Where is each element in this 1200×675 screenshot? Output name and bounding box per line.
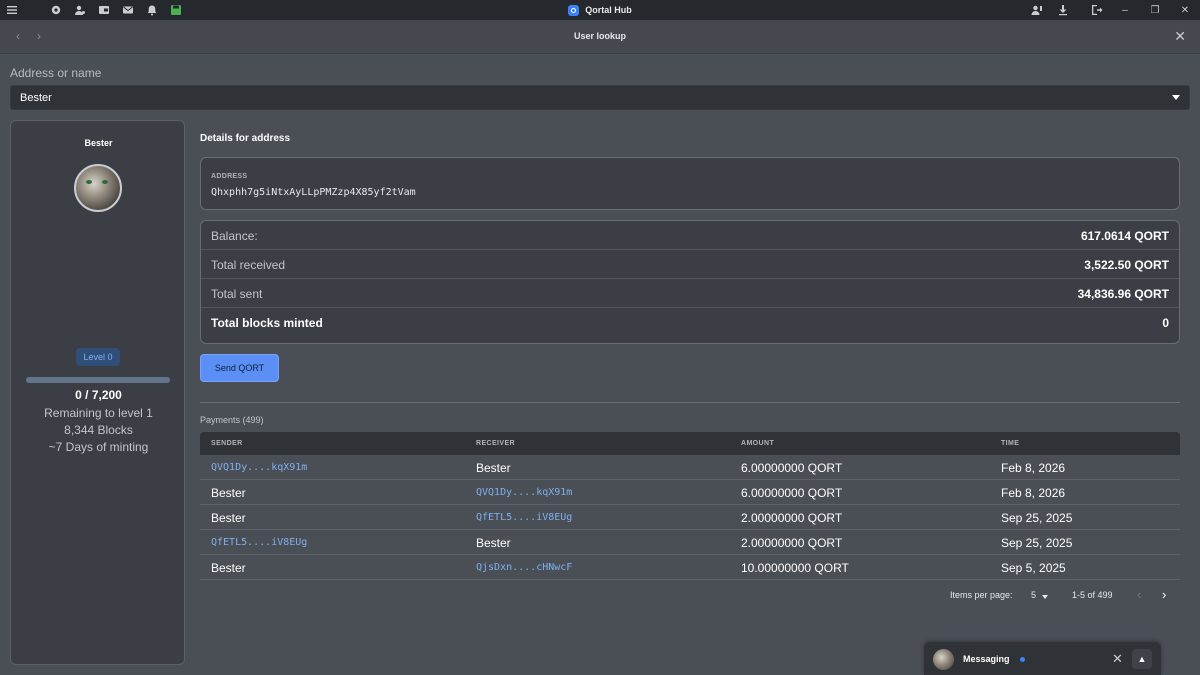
stats-box: Balance: 617.0614 QORT Total received 3,…	[200, 220, 1180, 344]
divider	[200, 402, 1180, 403]
column-header-receiver[interactable]: RECEIVER	[476, 440, 515, 447]
expand-up-icon[interactable]: ▲	[1132, 649, 1152, 669]
profile-card: Bester Level 0 0 / 7,200 Remaining to le…	[10, 120, 185, 665]
address-label: ADDRESS	[211, 173, 248, 180]
profile-name: Bester	[84, 138, 113, 148]
sender-link[interactable]: QfETL5....iV8EUg	[211, 537, 307, 548]
sender-cell: Bester	[211, 486, 246, 500]
receiver-cell: Bester	[476, 461, 511, 475]
table-row: QfETL5....iV8EUg Bester 2.00000000 QORT …	[200, 530, 1180, 555]
time-cell: Sep 25, 2025	[1001, 536, 1073, 550]
level-count: 0 / 7,200	[75, 388, 122, 402]
sender-cell: Bester	[211, 561, 246, 575]
download-icon[interactable]	[1050, 0, 1076, 20]
stat-label: Total blocks minted	[211, 316, 323, 330]
amount-cell: 6.00000000 QORT	[741, 486, 843, 500]
column-header-time[interactable]: TIME	[1001, 440, 1019, 447]
title-bar: Qortal Hub – ❐ ✕	[0, 0, 1200, 20]
receiver-link[interactable]: QVQ1Dy....kqX91m	[476, 487, 572, 498]
amount-cell: 6.00000000 QORT	[741, 461, 843, 475]
receiver-cell: Bester	[476, 536, 511, 550]
payments-title: Payments (499)	[200, 415, 264, 425]
next-page-icon[interactable]: ›	[1162, 587, 1166, 602]
remaining-text: Remaining to level 1	[44, 406, 153, 420]
messaging-widget[interactable]: Messaging ✕ ▲	[924, 642, 1161, 675]
time-cell: Feb 8, 2026	[1001, 461, 1066, 475]
address-select[interactable]: Bester	[10, 85, 1190, 110]
table-row: Bester QfETL5....iV8EUg 2.00000000 QORT …	[200, 505, 1180, 530]
column-header-sender[interactable]: SENDER	[211, 440, 243, 447]
items-per-page-select[interactable]: 5	[1031, 590, 1036, 600]
amount-cell: 10.00000000 QORT	[741, 561, 849, 575]
address-value[interactable]: Qhxphh7g5iNtxAyLLpPMZzp4X85yf2tVam	[211, 187, 416, 198]
maximize-button[interactable]: ❐	[1140, 0, 1170, 20]
messaging-label: Messaging	[963, 654, 1010, 664]
page-range: 1-5 of 499	[1072, 590, 1113, 600]
minimize-icon: –	[1122, 4, 1128, 16]
stat-row-minted: Total blocks minted 0	[201, 308, 1179, 337]
maximize-icon: ❐	[1150, 4, 1160, 16]
stat-value: 34,836.96 QORT	[1077, 287, 1169, 301]
qortal-logo-icon	[568, 4, 580, 16]
close-icon[interactable]: ✕	[1112, 651, 1123, 667]
table-row: Bester QVQ1Dy....kqX91m 6.00000000 QORT …	[200, 480, 1180, 505]
time-cell: Sep 25, 2025	[1001, 511, 1073, 525]
items-per-page-label: Items per page:	[950, 590, 1013, 600]
avatar	[74, 164, 122, 212]
users-icon[interactable]	[68, 0, 92, 20]
address-box: ADDRESS Qhxphh7g5iNtxAyLLpPMZzp4X85yf2tV…	[200, 157, 1180, 210]
stat-value: 3,522.50 QORT	[1084, 258, 1169, 272]
close-window-button[interactable]: ✕	[1170, 0, 1200, 20]
table-row: QVQ1Dy....kqX91m Bester 6.00000000 QORT …	[200, 455, 1180, 480]
stat-value: 617.0614 QORT	[1080, 229, 1169, 243]
save-icon[interactable]	[164, 0, 188, 20]
level-progress-bar	[26, 377, 170, 383]
sender-cell: Bester	[211, 511, 246, 525]
send-qort-button[interactable]: Send QORT	[200, 354, 279, 382]
prev-page-icon[interactable]: ‹	[1137, 587, 1141, 602]
chevron-down-icon	[1172, 95, 1180, 100]
chevron-down-icon	[1042, 595, 1048, 599]
stat-value: 0	[1162, 316, 1169, 330]
close-icon: ✕	[1180, 4, 1190, 16]
details-title: Details for address	[200, 133, 291, 144]
app-title-text: Qortal Hub	[585, 5, 632, 15]
sender-link[interactable]: QVQ1Dy....kqX91m	[211, 462, 307, 473]
days-text: ~7 Days of minting	[48, 440, 149, 454]
time-cell: Sep 5, 2025	[1001, 561, 1066, 575]
time-cell: Feb 8, 2026	[1001, 486, 1066, 500]
amount-cell: 2.00000000 QORT	[741, 511, 843, 525]
modal-title: User lookup	[573, 31, 626, 41]
stat-row-balance: Balance: 617.0614 QORT	[201, 221, 1179, 250]
status-dot-icon	[1020, 657, 1025, 662]
table-header: SENDER RECEIVER AMOUNT TIME	[200, 432, 1180, 455]
user-settings-icon[interactable]	[1024, 0, 1050, 20]
stat-label: Total sent	[211, 287, 263, 301]
stat-row-sent: Total sent 34,836.96 QORT	[201, 279, 1179, 308]
table-row: Bester QjsDxn....cHNwcF 10.00000000 QORT…	[200, 555, 1180, 580]
receiver-link[interactable]: QjsDxn....cHNwcF	[476, 562, 572, 573]
gear-icon[interactable]	[44, 0, 68, 20]
minimize-button[interactable]: –	[1110, 0, 1140, 20]
stat-label: Balance:	[211, 229, 258, 243]
level-badge: Level 0	[76, 348, 120, 366]
stat-row-received: Total received 3,522.50 QORT	[201, 250, 1179, 279]
address-select-value: Bester	[20, 92, 52, 104]
avatar	[933, 649, 954, 670]
mail-icon[interactable]	[116, 0, 140, 20]
menu-icon[interactable]	[0, 0, 24, 20]
stat-label: Total received	[211, 258, 286, 272]
close-modal-icon[interactable]: ✕	[1174, 28, 1186, 45]
blocks-text: 8,344 Blocks	[64, 423, 133, 437]
lookup-label: Address or name	[10, 66, 102, 80]
bell-icon[interactable]	[140, 0, 164, 20]
wallet-icon[interactable]	[92, 0, 116, 20]
column-header-amount[interactable]: AMOUNT	[741, 440, 774, 447]
amount-cell: 2.00000000 QORT	[741, 536, 843, 550]
receiver-link[interactable]: QfETL5....iV8EUg	[476, 512, 572, 523]
logout-icon[interactable]	[1084, 0, 1110, 20]
modal-header: ‹ › User lookup ✕	[0, 20, 1200, 54]
